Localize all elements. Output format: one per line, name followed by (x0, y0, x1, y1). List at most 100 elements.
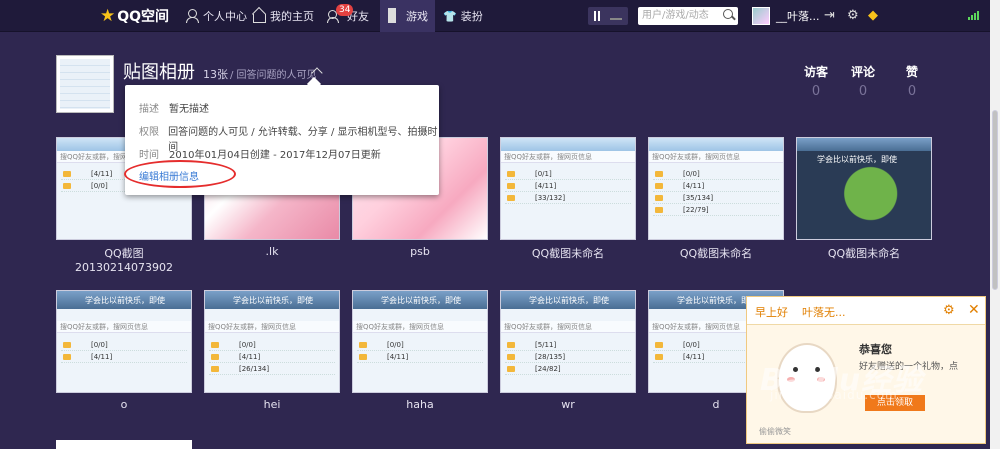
photo-caption[interactable]: QQ截图未命名 (500, 245, 636, 261)
nav-label: 我的主页 (270, 10, 314, 23)
highlight-circle (124, 160, 236, 188)
stat-visitors[interactable]: 访客 0 (796, 63, 836, 99)
stat-comments[interactable]: 评论 0 (843, 63, 883, 99)
photo-caption[interactable]: hei (204, 398, 340, 411)
nav-personal-center[interactable]: 个人中心 (185, 0, 247, 32)
thumb-banner-text: 学会比以前快乐，即使 (529, 296, 609, 305)
username[interactable]: __叶落... (776, 8, 820, 24)
search-icon[interactable] (722, 8, 736, 22)
stat-value: 0 (858, 84, 868, 99)
star-logo-icon: ★ (100, 6, 116, 26)
photo-caption[interactable]: .lk (204, 245, 340, 258)
thumb-row: [4/11] (357, 351, 483, 363)
thumb-row: [0/0] (209, 339, 335, 351)
thumb-search-text: 搜QQ好友或群，搜网页信息 (501, 321, 635, 333)
thumb-row: [0/0] (653, 168, 779, 180)
home-icon (252, 9, 266, 23)
stat-label: 访客 (803, 65, 828, 79)
thumb-row: [33/132] (505, 192, 631, 204)
stat-value: 0 (907, 84, 917, 99)
photo-caption[interactable]: QQ截图未命名 (796, 245, 932, 261)
gift-username: 叶落无... (802, 306, 846, 319)
photo-thumbnail[interactable]: 学会比以前快乐，即使 搜QQ好友或群，搜网页信息 [5/11] [28/135]… (500, 290, 636, 393)
photo-thumbnail[interactable]: 学会比以前快乐，即使 搜QQ好友或群，搜网页信息 [0/0] [4/11] (56, 290, 192, 393)
thumb-banner-text: 学会比以前快乐，即使 (677, 296, 757, 305)
photo-caption[interactable]: wr (500, 398, 636, 411)
gift-footer: 偷偷微笑 (759, 427, 791, 436)
thumb-row: [4/11] (61, 351, 187, 363)
photo-caption[interactable]: QQ截图未命名 (648, 245, 784, 261)
gear-icon[interactable]: ⚙ (943, 303, 955, 318)
avatar[interactable] (752, 7, 770, 25)
nav-label: 装扮 (460, 10, 483, 23)
thumb-row: [35/134] (653, 192, 779, 204)
album-cover[interactable] (56, 55, 114, 113)
thumb-search-text: 搜QQ好友或群，搜网页信息 (353, 321, 487, 333)
photo-thumbnail[interactable]: 搜QQ好友或群，搜网页信息 [0/0] [4/11] [35/134] [22/… (648, 137, 784, 240)
diamond-icon[interactable]: ◆ (868, 8, 878, 24)
nav-my-home[interactable]: 我的主页 (252, 0, 314, 32)
page-scrollbar[interactable] (990, 0, 1000, 449)
info-value: 暂无描述 (169, 104, 209, 115)
nav-games[interactable]: 游戏 (388, 0, 428, 32)
photo-thumbnail[interactable]: 学会比以前快乐，即使 搜QQ好友或群，搜网页信息 [0/0] [4/11] [2… (204, 290, 340, 393)
shirt-icon: 👕 (443, 9, 457, 23)
gear-icon[interactable]: ⚙ (847, 8, 859, 24)
gift-header: 早上好 叶落无... ⚙ ✕ (747, 297, 985, 325)
photo-thumbnail[interactable]: 学会比以前快乐，即使 (796, 137, 932, 240)
photo-caption[interactable]: o (56, 398, 192, 411)
photo-thumbnail[interactable]: 搜QQ好友或群，搜网页信息 [0/1] [4/11] [33/132] (500, 137, 636, 240)
photo-caption[interactable]: psb (352, 245, 488, 258)
photo-item[interactable]: 学会比以前快乐，即使 QQ截图未命名 (796, 137, 932, 261)
stat-likes[interactable]: 赞 0 (892, 63, 932, 99)
info-label: 描述 (139, 104, 159, 115)
thumb-row: [0/0] (61, 339, 187, 351)
scrollbar-thumb[interactable] (992, 110, 998, 290)
photo-thumbnail-partial[interactable] (56, 440, 192, 449)
nav-dress-up[interactable]: 👕 装扮 (443, 0, 483, 32)
photo-item[interactable]: 学会比以前快乐，即使 搜QQ好友或群，搜网页信息 [0/0] [4/11] o (56, 290, 192, 411)
photo-item[interactable]: 学会比以前快乐，即使 搜QQ好友或群，搜网页信息 [0/0] [4/11] [2… (204, 290, 340, 411)
qzone-logo[interactable]: ★ QQ空间 (100, 6, 169, 26)
thumb-row: [22/79] (653, 204, 779, 216)
thumb-search-text: 搜QQ好友或群，搜网页信息 (649, 151, 783, 163)
toolbar-toggle[interactable] (588, 7, 628, 25)
logo-text: QQ空间 (117, 9, 170, 25)
signal-icon (968, 11, 979, 20)
photo-thumbnail[interactable]: 学会比以前快乐，即使 搜QQ好友或群，搜网页信息 [0/0] [4/11] (352, 290, 488, 393)
info-time-row: 时间 2010年01月04日创建 - 2017年12月07日更新 (139, 146, 381, 161)
nav-label: 个人中心 (203, 10, 247, 23)
thumb-row: [4/11] (209, 351, 335, 363)
stat-label: 赞 (905, 65, 918, 79)
nav-label: 游戏 (406, 10, 428, 23)
info-label: 时间 (139, 150, 159, 161)
photo-item[interactable]: 学会比以前快乐，即使 搜QQ好友或群，搜网页信息 [5/11] [28/135]… (500, 290, 636, 411)
photo-caption[interactable]: QQ截图20130214073902 (56, 245, 192, 274)
photo-item[interactable]: 学会比以前快乐，即使 搜QQ好友或群，搜网页信息 [0/0] [4/11] ha… (352, 290, 488, 411)
stat-value: 0 (811, 84, 821, 99)
thumb-search-text: 搜QQ好友或群，搜网页信息 (205, 321, 339, 333)
top-nav-bar: ★ QQ空间 个人中心 我的主页 好友 34 游戏 👕 装扮 用户/游戏/动态 … (0, 0, 990, 32)
thumb-row: [4/11] (505, 180, 631, 192)
logout-icon[interactable]: ⇥ (824, 8, 835, 24)
photo-item[interactable]: 搜QQ好友或群，搜网页信息 [0/0] [4/11] [35/134] [22/… (648, 137, 784, 261)
baidu-watermark-url: jingyan.baidu.com (770, 388, 898, 402)
photo-caption[interactable]: haha (352, 398, 488, 411)
album-title: 贴图相册 (123, 62, 195, 83)
photo-item[interactable]: 搜QQ好友或群，搜网页信息 [0/1] [4/11] [33/132] QQ截图… (500, 137, 636, 261)
thumb-row: [4/11] (653, 180, 779, 192)
thumb-row: [0/1] (505, 168, 631, 180)
pause-icon (594, 11, 596, 21)
thumb-search-text: 搜QQ好友或群，搜网页信息 (501, 151, 635, 163)
thumb-row: [26/134] (209, 363, 335, 375)
user-icon (185, 9, 199, 23)
photo-count: 13张 (203, 68, 228, 81)
thumb-search-text: 搜QQ好友或群，搜网页信息 (57, 321, 191, 333)
info-value: 2010年01月04日创建 - 2017年12月07日更新 (169, 150, 381, 161)
thumb-banner-text: 学会比以前快乐，即使 (85, 296, 165, 305)
game-icon (388, 8, 402, 23)
stat-label: 评论 (850, 65, 875, 79)
thumb-row: [28/135] (505, 351, 631, 363)
close-icon[interactable]: ✕ (968, 302, 980, 318)
thumb-banner-text: 学会比以前快乐，即使 (233, 296, 313, 305)
